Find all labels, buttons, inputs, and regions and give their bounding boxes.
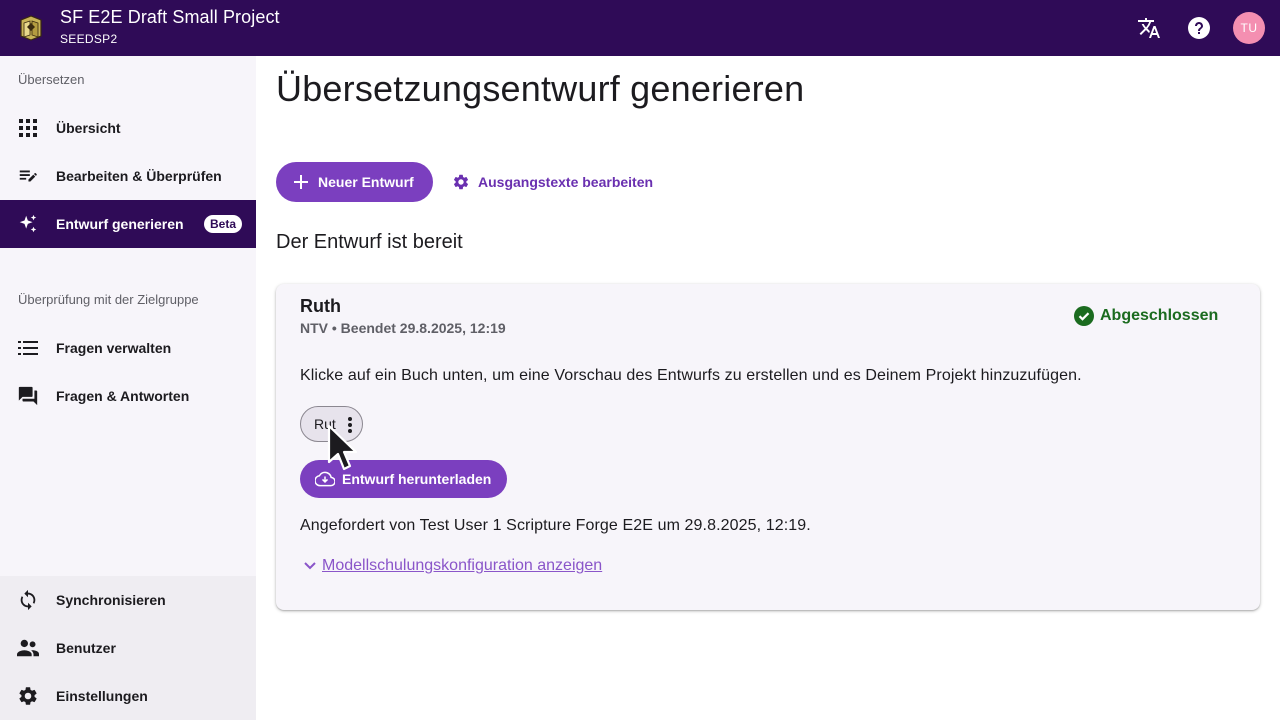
gear-icon [453,174,469,190]
book-chip-label: Rut [314,416,336,432]
sidebar-item-label: Übersicht [56,120,121,136]
cloud-download-icon [315,471,335,487]
app-logo-icon[interactable] [18,14,44,42]
sidebar-item-label: Synchronisieren [56,592,166,608]
sidebar-item-sync[interactable]: Synchronisieren [0,576,256,624]
sparkle-icon [17,213,39,235]
sidebar-item-label: Fragen verwalten [56,340,172,356]
sidebar-item-overview[interactable]: Übersicht [0,104,256,152]
requested-by-text: Angefordert von Test User 1 Scripture Fo… [300,517,811,534]
book-chip-ruth[interactable]: Rut [300,406,363,442]
sidebar-item-label: Einstellungen [56,688,148,704]
new-draft-label: Neuer Entwurf [318,174,414,190]
edit-note-icon [17,165,39,187]
sidebar-item-manage-questions[interactable]: Fragen verwalten [0,324,256,372]
model-config-label: Modellschulungskonfiguration anzeigen [322,557,603,574]
status-text: Abgeschlossen [1100,307,1219,324]
section-label-translate: Übersetzen [18,72,85,87]
more-vert-icon[interactable] [345,415,355,435]
translate-icon[interactable] [1136,15,1162,41]
list-icon [17,337,39,359]
status-badge: Abgeschlossen [1074,306,1218,326]
draft-card: Ruth NTV • Beendet 29.8.2025, 12:19 Abge… [276,284,1260,610]
sidebar-item-settings[interactable]: Einstellungen [0,672,256,720]
download-draft-button[interactable]: Entwurf herunterladen [300,460,507,498]
draft-instruction: Klicke auf ein Buch unten, um eine Vorsc… [300,367,1082,384]
sidebar-item-edit-review[interactable]: Bearbeiten & Überprüfen [0,152,256,200]
sidebar-item-label: Fragen & Antworten [56,388,190,404]
beta-badge: Beta [204,215,243,233]
section-label-community: Überprüfung mit der Zielgruppe [18,292,199,307]
chevron-down-icon [304,562,316,570]
edit-sources-button[interactable]: Ausgangstexte bearbeiten [452,170,653,194]
download-draft-label: Entwurf herunterladen [342,471,492,487]
sidebar: Übersetzen Übersicht Bearbeiten & Überpr… [0,56,256,720]
people-icon [17,637,39,659]
sidebar-item-label: Entwurf generieren [56,216,184,232]
project-title: SF E2E Draft Small Project [60,7,280,27]
user-avatar[interactable]: TU [1233,12,1265,44]
sidebar-item-generate-draft[interactable]: Entwurf generieren Beta [0,200,256,248]
draft-book-title: Ruth [300,296,341,316]
sidebar-bottom-section: Synchronisieren Benutzer Einstellungen [0,576,256,720]
gear-icon [17,685,39,707]
top-app-bar: SF E2E Draft Small Project SEEDSP2 TU [0,0,1280,56]
page-title: Übersetzungsentwurf generieren [276,68,805,109]
sidebar-item-users[interactable]: Benutzer [0,624,256,672]
help-icon[interactable] [1186,15,1212,41]
sidebar-item-label: Bearbeiten & Überprüfen [56,168,222,184]
model-config-link[interactable]: Modellschulungskonfiguration anzeigen [304,557,602,575]
sidebar-item-questions-answers[interactable]: Fragen & Antworten [0,372,256,420]
sidebar-item-label: Benutzer [56,640,116,656]
draft-subtitle: NTV • Beendet 29.8.2025, 12:19 [300,320,506,336]
grid-icon [17,117,39,139]
edit-sources-label: Ausgangstexte bearbeiten [478,174,654,190]
check-circle-icon [1074,306,1094,326]
sync-icon [17,589,39,611]
project-code: SEEDSP2 [60,32,118,46]
plus-icon [294,175,308,189]
draft-ready-heading: Der Entwurf ist bereit [276,231,463,253]
new-draft-button[interactable]: Neuer Entwurf [276,162,433,202]
forum-icon [17,385,39,407]
